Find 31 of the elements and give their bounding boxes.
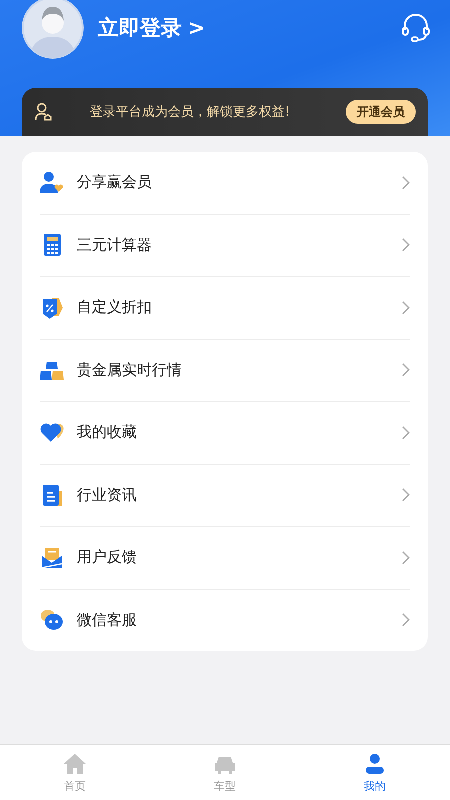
menu-item[interactable]: 自定义折扣 [40,277,410,340]
chevron-icon [402,176,410,190]
chevron-icon [402,550,410,565]
chevron-icon [402,426,410,440]
document-icon [40,483,64,508]
menu-item[interactable]: 分享赢会员 [40,152,410,214]
chat-bubbles-icon [40,608,64,632]
chevron-icon [402,300,410,315]
menu-item[interactable]: 贵金属实时行情 [40,340,410,402]
menu-item[interactable]: 三元计算器 [40,214,410,277]
person-heart-icon [40,170,64,195]
menu-item[interactable]: 用户反馈 [40,527,410,590]
discount-tag-icon [40,296,64,320]
tab[interactable]: 我的 [300,745,450,800]
chevron-icon [402,613,410,628]
chevron-icon [402,488,410,502]
home-icon [63,752,87,776]
headset-icon[interactable] [400,13,432,43]
menu-item[interactable]: 微信客服 [40,590,410,651]
menu-item[interactable]: 我的收藏 [40,402,410,464]
user-icon [34,102,54,122]
person-icon [363,752,387,776]
avatar[interactable] [22,0,84,59]
login-arrow[interactable]: > [188,16,206,40]
login-title[interactable]: 立即登录 [98,14,182,42]
join-member-button[interactable]: 开通会员 [346,100,416,124]
envelope-icon [40,546,64,570]
member-message: 登录平台成为会员，解锁更多权益! [90,104,290,121]
chevron-icon [402,238,410,252]
chevron-icon [402,363,410,378]
menu-item[interactable]: 行业资讯 [40,464,410,527]
